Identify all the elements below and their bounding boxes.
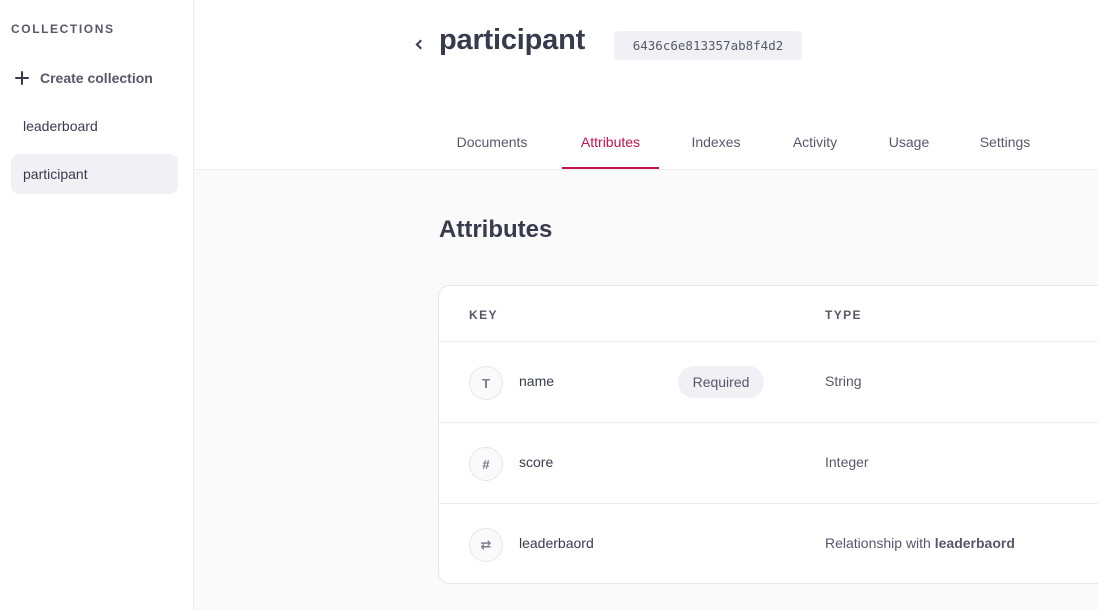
attribute-type: String (825, 373, 862, 389)
section-title: Attributes (439, 216, 553, 243)
column-header-type: TYPE (825, 308, 862, 322)
column-header-key: KEY (469, 308, 498, 322)
plus-icon (11, 67, 33, 89)
collection-id-badge[interactable]: 6436c6e813357ab8f4d2 (614, 31, 802, 60)
relationship-icon: ⇄ (469, 528, 503, 562)
tab-settings[interactable]: Settings (962, 120, 1048, 169)
attribute-key: score (519, 454, 554, 470)
table-row[interactable]: # score Integer (439, 422, 1098, 503)
create-collection-label: Create collection (40, 70, 153, 86)
sidebar-item-leaderboard[interactable]: leaderboard (11, 106, 178, 146)
relationship-target: leaderbaord (934, 535, 1015, 551)
create-collection-button[interactable]: Create collection (11, 64, 181, 92)
attribute-type-label: Relationship with (825, 535, 935, 551)
tab-bar: Documents Attributes Indexes Activity Us… (195, 120, 1098, 170)
sidebar-item-participant[interactable]: participant (11, 154, 178, 194)
sidebar-heading: COLLECTIONS (11, 22, 115, 36)
attribute-key: name (519, 373, 555, 389)
tab-attributes[interactable]: Attributes (562, 120, 659, 169)
required-badge: Required (678, 366, 764, 398)
tab-usage[interactable]: Usage (873, 120, 945, 169)
text-icon: T (469, 366, 503, 400)
table-row[interactable]: ⇄ leaderbaord Relationship with leaderba… (439, 503, 1098, 583)
attributes-table: KEY TYPE T name Required String # score … (438, 285, 1098, 584)
tab-activity[interactable]: Activity (774, 120, 856, 169)
table-row[interactable]: T name Required String (439, 341, 1098, 422)
hash-icon: # (469, 447, 503, 481)
tab-indexes[interactable]: Indexes (674, 120, 758, 169)
chevron-left-icon (415, 39, 426, 49)
attribute-key: leaderbaord (519, 535, 594, 551)
attribute-type: Relationship with leaderbaord (825, 535, 1015, 551)
collection-header: participant 6436c6e813357ab8f4d2 Documen… (195, 0, 1098, 170)
page-title: participant (439, 24, 586, 56)
back-button[interactable] (409, 32, 429, 56)
attribute-type: Integer (825, 454, 869, 470)
sidebar: COLLECTIONS Create collection leaderboar… (0, 0, 194, 611)
tab-documents[interactable]: Documents (439, 120, 545, 169)
